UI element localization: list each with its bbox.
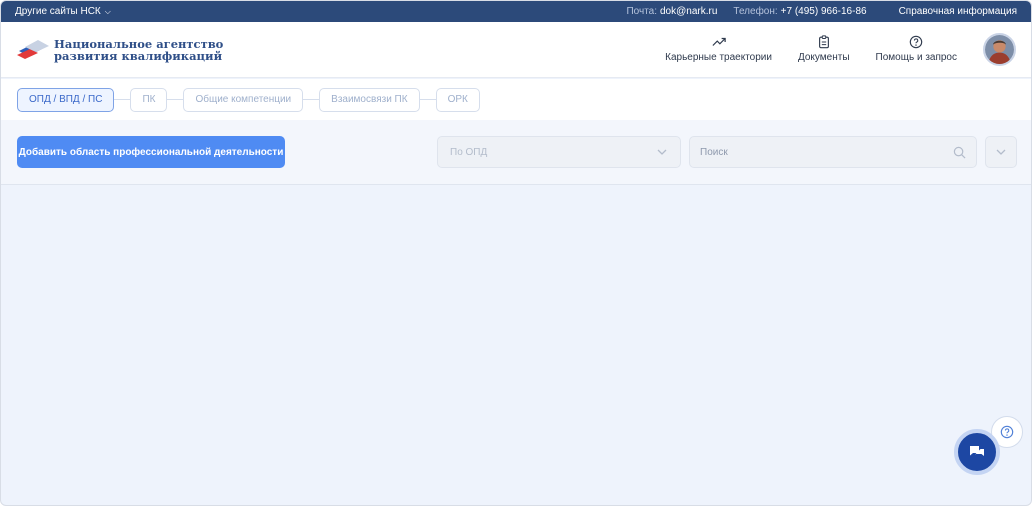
header: Национальное агентство развития квалифик… xyxy=(1,22,1031,78)
nav-help-request[interactable]: Помощь и запрос xyxy=(876,35,957,63)
tab-general-competencies[interactable]: Общие компетенции xyxy=(183,87,304,112)
phone-group: Телефон: +7 (495) 966-16-86 xyxy=(733,6,866,17)
nav-documents[interactable]: Документы xyxy=(798,35,850,63)
stepper-tabs: ОПД / ВПД / ПС ПК Общие компетенции Взаи… xyxy=(1,79,1031,120)
tab-label: Взаимосвязи ПК xyxy=(331,94,408,105)
tab-label: Общие компетенции xyxy=(195,94,292,105)
nav-label: Карьерные траектории xyxy=(665,52,772,63)
nav-label: Помощь и запрос xyxy=(875,52,957,63)
search-icon[interactable] xyxy=(953,146,966,159)
tab-pk[interactable]: ПК xyxy=(130,87,168,112)
trending-up-icon xyxy=(711,37,726,46)
expand-filters-button[interactable] xyxy=(985,136,1017,168)
search-input[interactable] xyxy=(700,146,953,158)
phone-label: Телефон: xyxy=(733,6,778,17)
tab-connector xyxy=(167,99,184,100)
tab-connector xyxy=(114,99,131,100)
mail-link[interactable]: dok@nark.ru xyxy=(660,6,717,17)
tab-label: ОРК xyxy=(447,94,468,105)
avatar-image xyxy=(985,35,1014,64)
tab-label: ПК xyxy=(142,94,156,105)
reference-info-link[interactable]: Справочная информация xyxy=(899,6,1017,17)
nav-career-trajectories[interactable]: Карьерные траектории xyxy=(665,35,772,63)
top-bar: Другие сайты НСК ⌵ Почта: dok@nark.ru Те… xyxy=(1,1,1031,22)
phone-link[interactable]: +7 (495) 966-16-86 xyxy=(781,6,867,17)
app-window: Другие сайты НСК ⌵ Почта: dok@nark.ru Те… xyxy=(0,0,1032,506)
tab-opd[interactable]: ОПД / ВПД / ПС xyxy=(17,87,115,112)
chat-button[interactable] xyxy=(954,429,1000,475)
logo[interactable]: Национальное агентство развития квалифик… xyxy=(16,37,223,63)
clipboard-icon xyxy=(818,35,829,49)
opd-filter-select[interactable]: По ОПД xyxy=(437,136,681,168)
header-nav: Карьерные траектории Документы Помощь и … xyxy=(665,35,957,63)
tab-pk-relations[interactable]: Взаимосвязи ПК xyxy=(319,87,420,112)
mail-label: Почта: xyxy=(626,6,657,17)
tab-connector xyxy=(419,99,436,100)
toolbar: Добавить область профессиональной деятел… xyxy=(1,120,1031,185)
logo-icon xyxy=(17,40,49,59)
tab-connector xyxy=(303,99,320,100)
help-circle-icon xyxy=(1000,425,1014,439)
chevron-down-icon xyxy=(996,149,1006,155)
chevron-down-icon xyxy=(657,149,667,155)
other-sites-dropdown[interactable]: Другие сайты НСК ⌵ xyxy=(15,6,111,17)
other-sites-label: Другие сайты НСК xyxy=(15,6,101,17)
tab-label: ОПД / ВПД / ПС xyxy=(29,94,103,105)
nav-label: Документы xyxy=(797,52,850,63)
chevron-down-icon: ⌵ xyxy=(104,6,111,16)
help-circle-icon xyxy=(910,35,923,49)
add-professional-area-button[interactable]: Добавить область профессиональной деятел… xyxy=(17,136,285,168)
user-avatar[interactable] xyxy=(983,33,1016,66)
logo-line-2: развития квалификаций xyxy=(54,49,223,63)
search-field[interactable] xyxy=(689,136,977,168)
tab-ork[interactable]: ОРК xyxy=(435,87,480,112)
chat-icon xyxy=(970,446,984,456)
mail-group: Почта: dok@nark.ru xyxy=(626,6,717,17)
select-value: По ОПД xyxy=(450,146,488,158)
